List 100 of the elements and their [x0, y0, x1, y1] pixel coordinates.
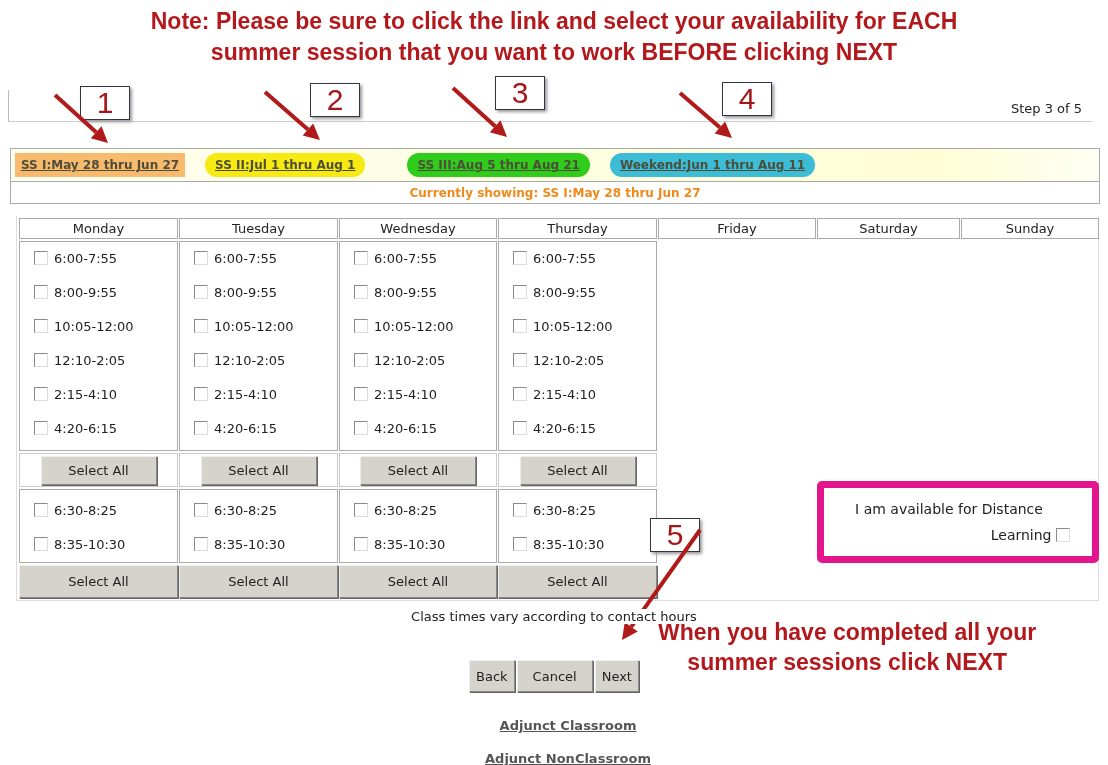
time-slot-label: 2:15-4:10	[533, 386, 597, 402]
time-slot-label: 6:00-7:55	[54, 250, 118, 266]
time-slot-label: 10:05-12:00	[533, 318, 613, 334]
footer-link[interactable]: Adjunct NonClassroom	[485, 751, 651, 765]
time-slot-label: 10:05-12:00	[54, 318, 134, 334]
checkbox[interactable]	[354, 537, 368, 551]
time-slot-label: 6:30-8:25	[533, 502, 597, 518]
checkbox[interactable]	[513, 353, 527, 367]
session-link[interactable]: SS II:Jul 1 thru Aug 1	[205, 153, 366, 177]
hint-text: Class times vary according to contact hours	[409, 609, 699, 624]
checkbox[interactable]	[513, 319, 527, 333]
time-slot-label: 8:35-10:30	[214, 536, 286, 552]
checkbox[interactable]	[354, 251, 368, 265]
select-all-button[interactable]: Select All	[40, 455, 157, 485]
checkbox[interactable]	[34, 353, 48, 367]
time-slot-label: 6:30-8:25	[374, 502, 438, 518]
day-header: Saturday	[817, 218, 960, 239]
select-all-button[interactable]: Select All	[360, 455, 476, 485]
nav-button[interactable]: Next	[594, 660, 639, 692]
select-all-button[interactable]: Select All	[519, 455, 636, 485]
time-slot-label: 4:20-6:15	[214, 420, 278, 436]
annotation-arrow	[678, 91, 732, 138]
time-slot-label: 8:00-9:55	[374, 284, 438, 300]
time-slot-label: 12:10-2:05	[374, 352, 446, 368]
checkbox[interactable]	[194, 387, 208, 401]
checkbox[interactable]	[513, 387, 527, 401]
select-all-button[interactable]: Select All	[19, 565, 178, 598]
select-all-button[interactable]: Select All	[200, 455, 317, 485]
time-slot-label: 10:05-12:00	[374, 318, 454, 334]
session-link[interactable]: SS III:Aug 5 thru Aug 21	[407, 153, 590, 177]
checkbox[interactable]	[194, 251, 208, 265]
time-slot-label: 6:00-7:55	[533, 250, 597, 266]
checkbox[interactable]	[354, 503, 368, 517]
checkbox[interactable]	[354, 285, 368, 299]
annotation-arrow	[451, 86, 507, 137]
callout-number: 2	[310, 83, 360, 117]
time-slot-label: 12:10-2:05	[214, 352, 286, 368]
day-header: Tuesday	[179, 218, 338, 239]
checkbox[interactable]	[513, 285, 527, 299]
callout-number: 5	[650, 518, 700, 552]
select-all-button[interactable]: Select All	[498, 565, 657, 598]
checkbox[interactable]	[34, 537, 48, 551]
time-slot-label: 10:05-12:00	[214, 318, 294, 334]
checkbox[interactable]	[194, 537, 208, 551]
time-slot-label: 6:00-7:55	[374, 250, 438, 266]
nav-button[interactable]: Cancel	[516, 660, 593, 692]
day-header: Monday	[19, 218, 178, 239]
checkbox[interactable]	[34, 319, 48, 333]
note-text: summer session that you want to work BEFORE clicking NEXT	[209, 38, 899, 67]
time-slot-label: 12:10-2:05	[533, 352, 605, 368]
select-all-button[interactable]: Select All	[179, 565, 338, 598]
checkbox[interactable]	[513, 251, 527, 265]
checkbox[interactable]	[34, 421, 48, 435]
checkbox[interactable]	[513, 537, 527, 551]
select-all-button[interactable]: Select All	[339, 565, 497, 598]
time-slot-label: 8:35-10:30	[533, 536, 605, 552]
day-header: Friday	[658, 218, 816, 239]
instruction-text: summer sessions click NEXT	[686, 648, 1008, 677]
checkbox[interactable]	[194, 353, 208, 367]
checkbox[interactable]	[513, 503, 527, 517]
checkbox[interactable]	[354, 387, 368, 401]
checkbox[interactable]	[194, 319, 208, 333]
callout-number: 1	[80, 86, 130, 120]
checkbox[interactable]	[354, 353, 368, 367]
time-slot-label: 6:30-8:25	[214, 502, 278, 518]
time-slot-label: 8:35-10:30	[374, 536, 446, 552]
checkbox[interactable]	[34, 387, 48, 401]
note-text: Note: Please be sure to click the link and select your availability for EACH	[149, 7, 959, 36]
session-link[interactable]: Weekend:Jun 1 thru Aug 11	[609, 153, 816, 177]
callout-number: 3	[495, 76, 545, 110]
checkbox[interactable]	[354, 421, 368, 435]
time-slot-label: 8:00-9:55	[214, 284, 278, 300]
checkbox[interactable]	[194, 503, 208, 517]
checkbox[interactable]	[34, 503, 48, 517]
session-link[interactable]: SS I:May 28 thru Jun 27	[15, 153, 186, 177]
checkbox[interactable]	[194, 421, 208, 435]
time-slot-label: 8:00-9:55	[533, 284, 597, 300]
time-slot-label: 8:35-10:30	[54, 536, 126, 552]
day-header: Sunday	[961, 218, 1099, 239]
time-slot-label: 2:15-4:10	[54, 386, 118, 402]
footer-link[interactable]: Adjunct Classroom	[499, 718, 637, 733]
time-slot-label: 8:00-9:55	[54, 284, 118, 300]
time-slot-label: 4:20-6:15	[374, 420, 438, 436]
time-slot-label: 12:10-2:05	[54, 352, 126, 368]
time-slot-label: 6:00-7:55	[214, 250, 278, 266]
day-header: Thursday	[498, 218, 657, 239]
distance-learning-label: I am available for Distance Learning	[854, 500, 1052, 545]
checkbox[interactable]	[34, 251, 48, 265]
time-slot-label: 4:20-6:15	[54, 420, 118, 436]
checkbox[interactable]	[34, 285, 48, 299]
checkbox[interactable]	[194, 285, 208, 299]
current-session-label: Currently showing: SS I:May 28 thru Jun 27	[409, 185, 701, 200]
time-slot-label: 4:20-6:15	[533, 420, 597, 436]
checkbox[interactable]	[1055, 528, 1070, 542]
checkbox[interactable]	[513, 421, 527, 435]
nav-button[interactable]: Back	[469, 660, 515, 692]
checkbox[interactable]	[354, 319, 368, 333]
annotation-arrow	[263, 90, 320, 140]
day-header: Wednesday	[339, 218, 497, 239]
time-slot-label: 2:15-4:10	[214, 386, 278, 402]
